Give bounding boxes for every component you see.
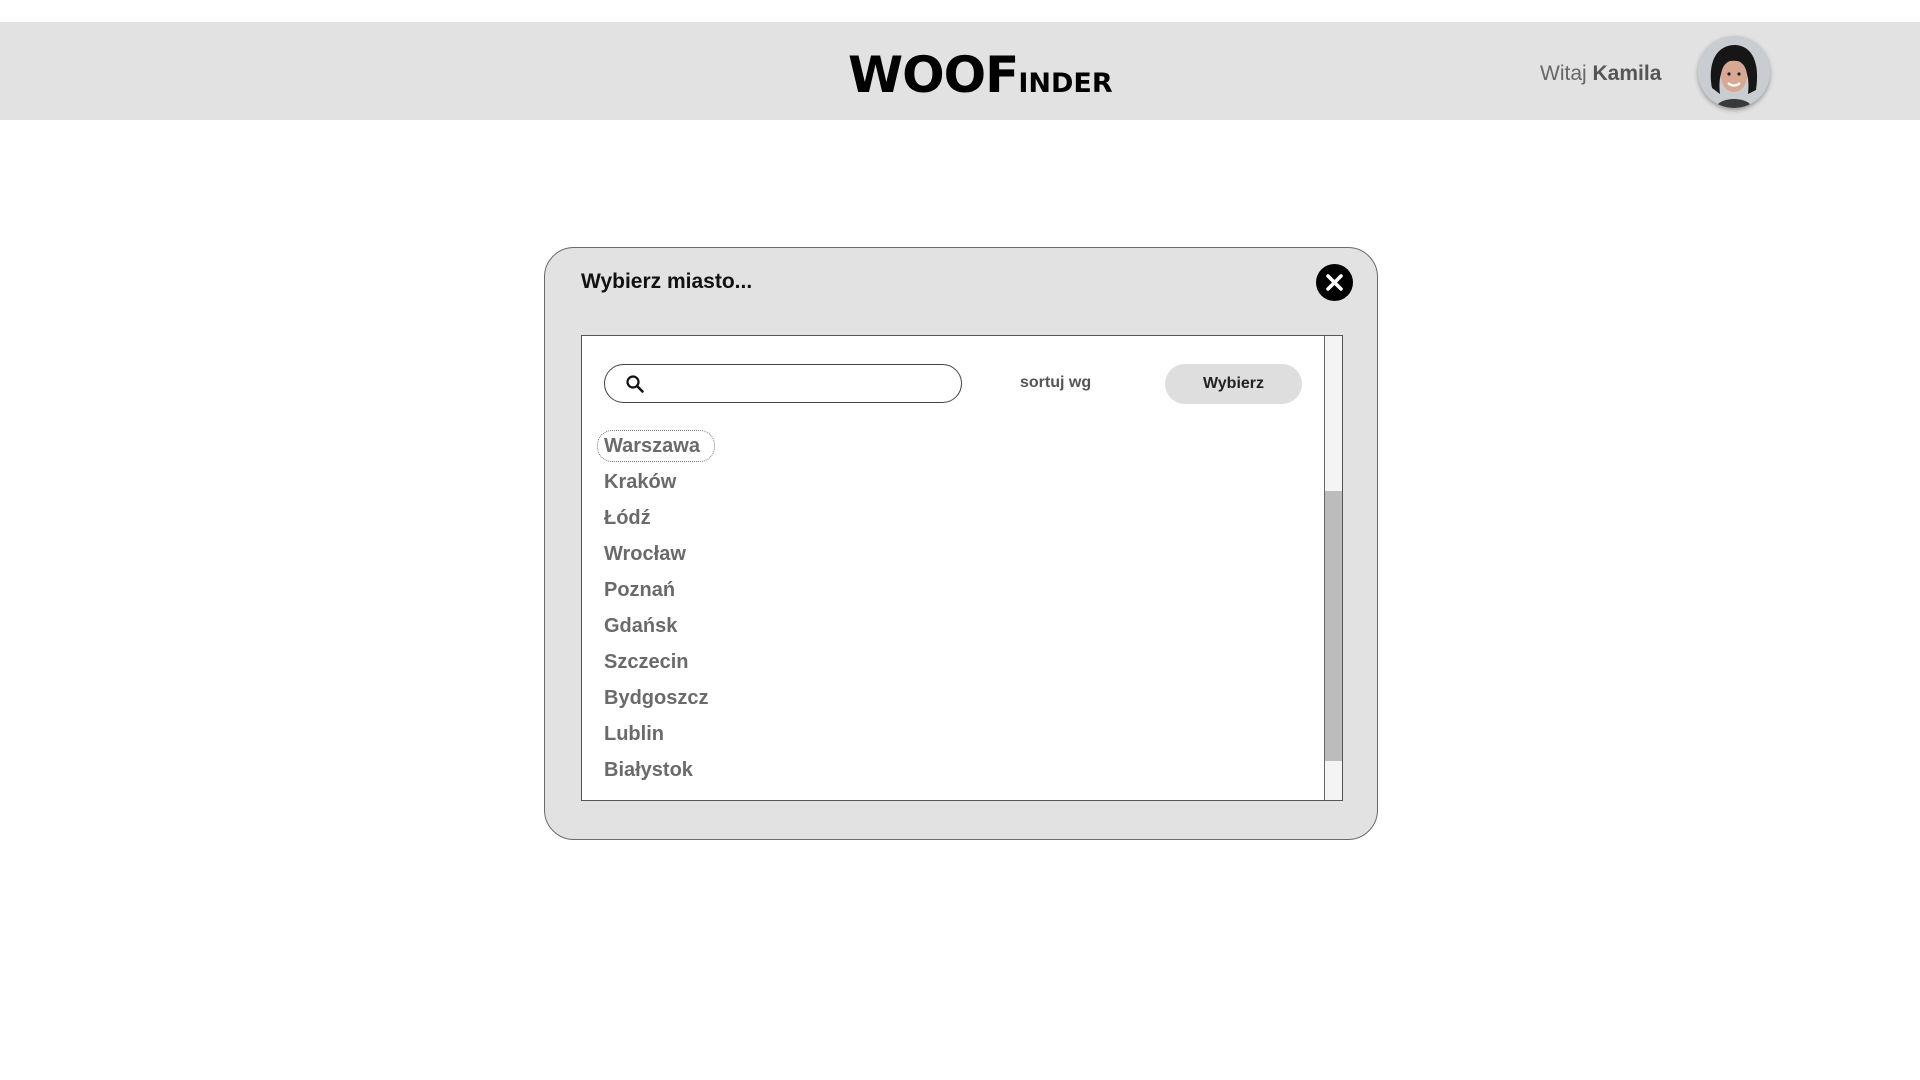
scrollbar-thumb[interactable] — [1325, 491, 1342, 761]
search-input[interactable] — [659, 371, 949, 396]
city-label: Wrocław — [604, 543, 686, 565]
city-label: Bydgoszcz — [604, 687, 709, 709]
city-label: Kraków — [604, 471, 677, 493]
city-label: Poznań — [604, 579, 676, 601]
greeting-prefix: Witaj — [1540, 62, 1587, 85]
list-scrollbar[interactable] — [1324, 336, 1342, 800]
close-button[interactable] — [1316, 264, 1353, 301]
avatar[interactable] — [1698, 36, 1770, 108]
search-field[interactable] — [604, 364, 962, 403]
city-item-lublin[interactable]: Lublin — [604, 716, 714, 752]
city-label: Łódź — [604, 507, 651, 529]
city-item-poznan[interactable]: Poznań — [604, 572, 714, 608]
city-label: Białystok — [604, 759, 693, 781]
city-label: Szczecin — [604, 651, 689, 673]
city-label: Lublin — [604, 723, 664, 745]
city-item-krakow[interactable]: Kraków — [604, 464, 714, 500]
logo-inder: INDER — [1018, 68, 1113, 99]
city-list: Warszawa Kraków Łódź Wrocław Poznań Gdań… — [597, 428, 715, 788]
city-item-szczecin[interactable]: Szczecin — [604, 644, 714, 680]
select-button[interactable]: Wybierz — [1165, 364, 1302, 404]
close-icon — [1326, 274, 1343, 291]
city-list-panel: sortuj wg Wybierz Warszawa Kraków Łódź W… — [581, 335, 1343, 801]
sort-by-dropdown[interactable]: sortuj wg — [1020, 374, 1091, 392]
city-item-lodz[interactable]: Łódź — [604, 500, 714, 536]
user-greeting: Witaj Kamila — [1540, 62, 1661, 86]
avatar-photo — [1698, 36, 1770, 108]
dialog-title: Wybierz miasto... — [581, 270, 753, 293]
city-picker-dialog: Wybierz miasto... sortuj wg Wybierz Wars… — [544, 247, 1378, 840]
city-item-wroclaw[interactable]: Wrocław — [604, 536, 714, 572]
city-item-gdansk[interactable]: Gdańsk — [604, 608, 714, 644]
user-name: Kamila — [1592, 62, 1662, 85]
city-label: Gdańsk — [604, 615, 678, 637]
search-icon — [626, 375, 644, 393]
city-item-bydgoszcz[interactable]: Bydgoszcz — [604, 680, 714, 716]
logo-woof: WOOF — [848, 46, 1019, 104]
app-logo[interactable]: WOOFINDER — [848, 46, 1113, 104]
city-label: Warszawa — [597, 430, 715, 462]
top-header: WOOFINDER Witaj Kamila — [0, 22, 1920, 120]
city-item-bialystok[interactable]: Białystok — [604, 752, 714, 788]
city-item-warszawa[interactable]: Warszawa — [597, 428, 715, 464]
